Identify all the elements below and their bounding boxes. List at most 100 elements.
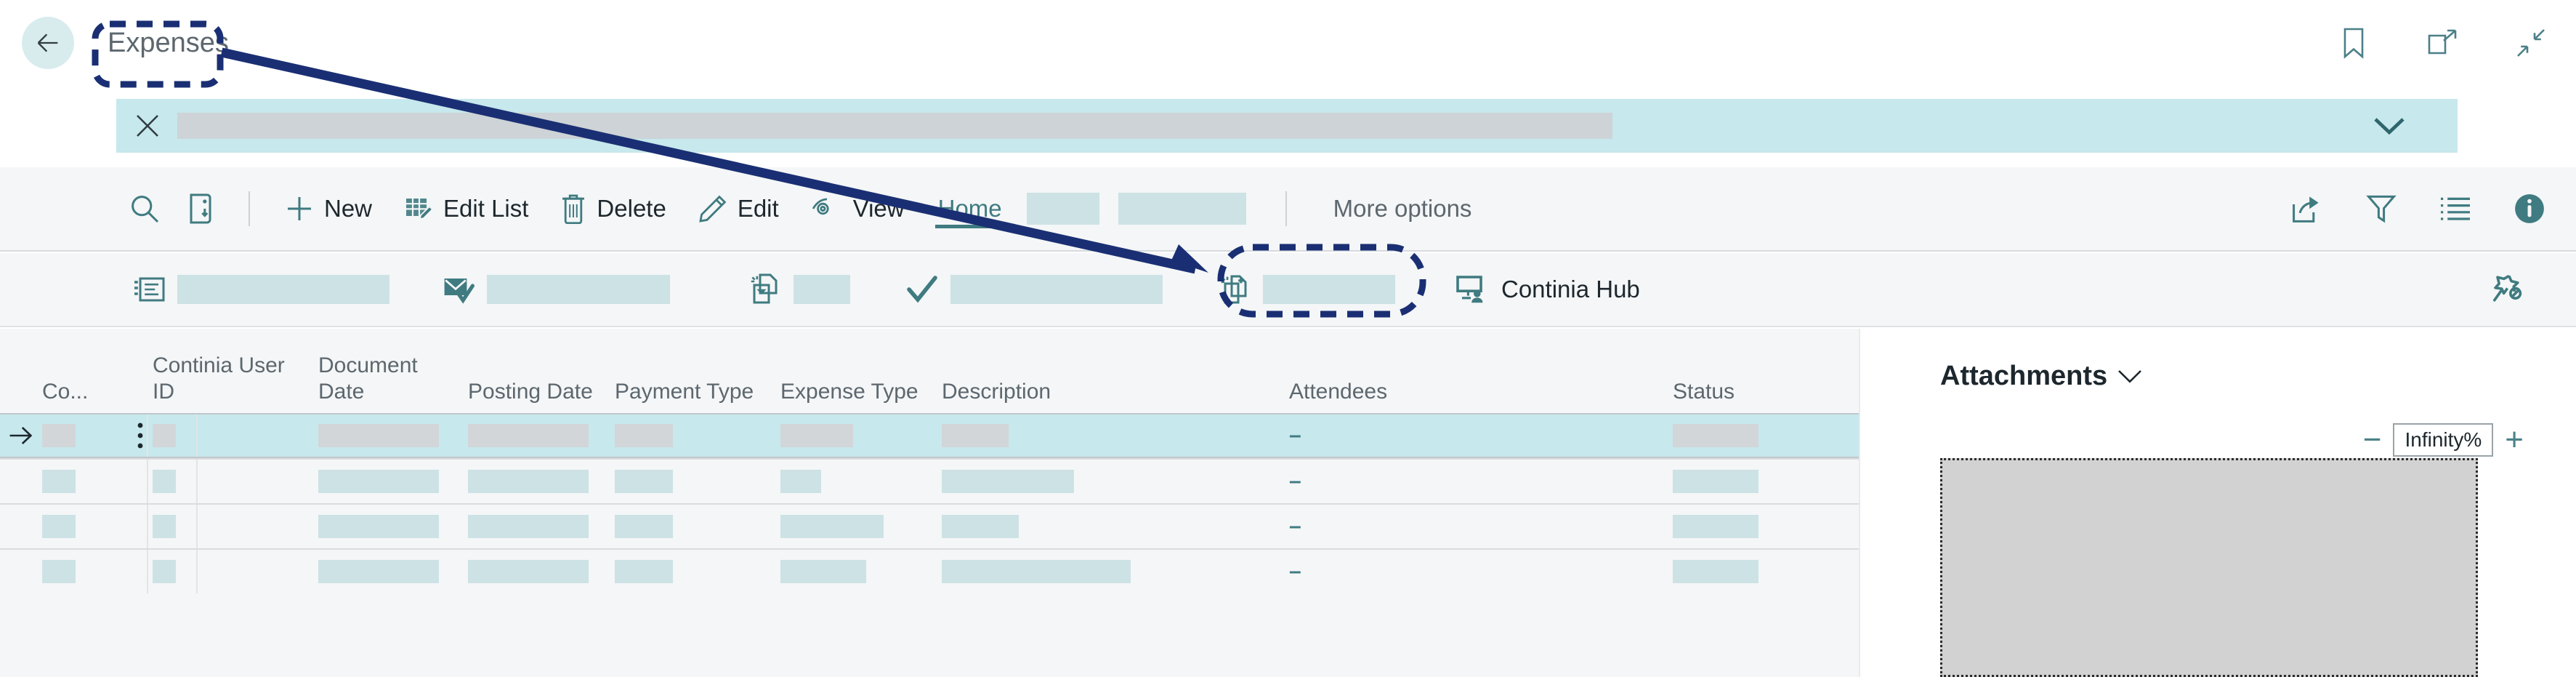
list-view-icon[interactable] xyxy=(2439,193,2471,225)
cell-continia_user_id[interactable] xyxy=(153,505,318,548)
cell-continia_user_id[interactable] xyxy=(153,460,318,503)
cell-expense_type[interactable] xyxy=(780,505,942,548)
action-group-2[interactable] xyxy=(442,273,670,306)
column-divider xyxy=(147,550,148,593)
action-group-3[interactable] xyxy=(748,273,850,306)
edit-list-button[interactable]: Edit List xyxy=(388,180,544,237)
table-row[interactable]: – xyxy=(0,503,1859,548)
column-header-expense_type[interactable]: Expense Type xyxy=(780,379,942,404)
cell-value: – xyxy=(1289,469,1301,493)
cell-document_date[interactable] xyxy=(318,460,468,503)
action-label-redacted-3 xyxy=(794,275,850,304)
open-in-new-window-icon[interactable] xyxy=(2426,27,2458,59)
cell-co[interactable] xyxy=(42,460,128,503)
zoom-level-value[interactable]: Infinity% xyxy=(2393,423,2494,457)
cell-status[interactable] xyxy=(1673,460,1804,503)
cell-attendees[interactable]: – xyxy=(1289,460,1673,503)
cell-redacted-value xyxy=(153,470,176,493)
cell-co[interactable] xyxy=(42,550,128,593)
search-icon xyxy=(132,196,159,223)
cell-document_date[interactable] xyxy=(318,550,468,593)
column-header-continia_user_id[interactable]: Continia User ID xyxy=(153,353,318,404)
share-icon[interactable] xyxy=(2291,193,2323,225)
continia-hub-button[interactable]: Continia Hub xyxy=(1443,266,1652,313)
edit-button[interactable]: Edit xyxy=(682,180,795,237)
action-toolbar: Continia Hub xyxy=(0,253,2576,327)
action-group-5[interactable] xyxy=(1218,273,1395,306)
collapse-icon[interactable] xyxy=(2515,27,2547,59)
cell-description[interactable] xyxy=(942,414,1289,457)
table-row[interactable]: – xyxy=(0,413,1859,458)
cell-value: – xyxy=(1289,514,1301,538)
cell-co[interactable] xyxy=(42,505,128,548)
column-header-description[interactable]: Description xyxy=(942,379,1289,404)
action-group-4[interactable] xyxy=(905,273,1163,306)
bookmark-icon[interactable] xyxy=(2338,27,2370,59)
cell-redacted-value xyxy=(153,424,176,447)
cell-status[interactable] xyxy=(1673,505,1804,548)
cell-redacted-value xyxy=(42,560,76,583)
cell-posting_date[interactable] xyxy=(468,414,615,457)
row-selection-arrow xyxy=(0,426,42,445)
cell-document_date[interactable] xyxy=(318,414,468,457)
cell-status[interactable] xyxy=(1673,550,1804,593)
filter-icon[interactable] xyxy=(2365,193,2397,225)
cell-document_date[interactable] xyxy=(318,505,468,548)
cell-attendees[interactable]: – xyxy=(1289,550,1673,593)
row-menu-button[interactable] xyxy=(128,422,153,449)
cell-payment_type[interactable] xyxy=(615,505,780,548)
info-icon[interactable] xyxy=(2514,193,2545,225)
cell-payment_type[interactable] xyxy=(615,414,780,457)
continia-hub-label: Continia Hub xyxy=(1501,276,1640,303)
cell-expense_type[interactable] xyxy=(780,414,942,457)
cell-description[interactable] xyxy=(942,460,1289,503)
trash-icon xyxy=(562,194,585,224)
column-header-attendees[interactable]: Attendees xyxy=(1289,379,1673,404)
cell-description[interactable] xyxy=(942,505,1289,548)
column-header-payment_type[interactable]: Payment Type xyxy=(615,379,780,404)
cell-posting_date[interactable] xyxy=(468,550,615,593)
zoom-in-button[interactable]: + xyxy=(2505,424,2524,456)
cell-status[interactable] xyxy=(1673,414,1804,457)
tab-home[interactable]: Home xyxy=(932,180,1008,237)
view-button[interactable]: View xyxy=(795,180,921,237)
cell-expense_type[interactable] xyxy=(780,460,942,503)
cell-payment_type[interactable] xyxy=(615,460,780,503)
column-header-co[interactable]: Co... xyxy=(42,379,128,404)
attachment-preview[interactable] xyxy=(1940,458,2478,677)
column-header-document_date[interactable]: Document Date xyxy=(318,353,468,404)
table-row[interactable]: – xyxy=(0,548,1859,593)
new-button[interactable]: New xyxy=(269,180,388,237)
attachments-header[interactable]: Attachments xyxy=(1940,361,2142,392)
notification-expand-button[interactable] xyxy=(2373,116,2405,135)
action-group-1[interactable] xyxy=(132,273,389,306)
column-header-posting_date[interactable]: Posting Date xyxy=(468,379,615,404)
tab-redacted-1[interactable] xyxy=(1026,193,1099,225)
table-row[interactable]: – xyxy=(0,458,1859,503)
cell-attendees[interactable]: – xyxy=(1289,505,1673,548)
zoom-out-button[interactable]: − xyxy=(2363,424,2382,456)
ribbon-divider xyxy=(249,191,250,226)
cell-attendees[interactable]: – xyxy=(1289,414,1673,457)
cell-description[interactable] xyxy=(942,550,1289,593)
cell-co[interactable] xyxy=(42,414,128,457)
unpin-icon[interactable] xyxy=(2487,269,2528,310)
cell-payment_type[interactable] xyxy=(615,550,780,593)
column-header-status[interactable]: Status xyxy=(1673,379,1804,404)
back-button[interactable] xyxy=(22,17,74,69)
open-card-button[interactable] xyxy=(173,180,230,237)
ribbon-toolbar: New Edit List Delete Edit View Home More… xyxy=(0,167,2576,252)
notification-close-button[interactable] xyxy=(125,113,170,138)
cell-redacted-value xyxy=(318,470,439,493)
cell-redacted-value xyxy=(318,560,439,583)
cell-posting_date[interactable] xyxy=(468,460,615,503)
more-options-button[interactable]: More options xyxy=(1317,195,1488,223)
delete-button[interactable]: Delete xyxy=(544,180,682,237)
cell-posting_date[interactable] xyxy=(468,505,615,548)
cell-continia_user_id[interactable] xyxy=(153,414,318,457)
cell-continia_user_id[interactable] xyxy=(153,550,318,593)
tab-redacted-2[interactable] xyxy=(1118,193,1246,225)
cell-expense_type[interactable] xyxy=(780,550,942,593)
pencil-icon xyxy=(699,195,727,223)
search-button[interactable] xyxy=(116,180,173,237)
